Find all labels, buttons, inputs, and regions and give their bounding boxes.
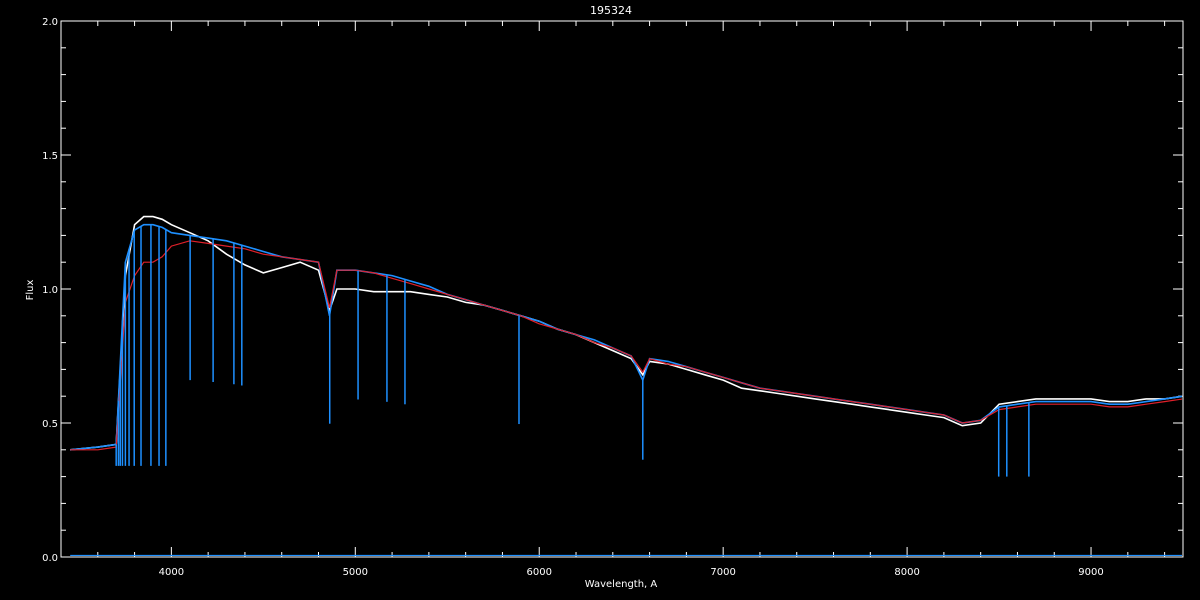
x-axis-ticks: 4000 5000 6000 7000 8000 9000 <box>60 21 1166 578</box>
plot-frame <box>60 20 1184 558</box>
series-line <box>70 240 1182 451</box>
spectrum-chart: 195324 4000 5000 6000 7000 8000 9000 0.0 0.5 1.… <box>25 4 1184 590</box>
chart-title: 195324 <box>590 4 632 17</box>
y-tick-label: 2.0 <box>42 17 58 28</box>
y-tick-label: 0.5 <box>42 419 58 430</box>
y-tick-label: 0.0 <box>42 553 58 564</box>
x-tick-label: 7000 <box>710 567 735 578</box>
x-tick-label: 6000 <box>527 567 552 578</box>
series-line <box>70 215 1182 451</box>
series-layer <box>70 215 1182 556</box>
x-tick-label: 8000 <box>894 567 919 578</box>
y-tick-label: 1.5 <box>42 151 58 162</box>
y-tick-label: 1.0 <box>42 285 58 296</box>
series-line <box>70 223 1182 451</box>
y-axis-label: Flux <box>25 280 36 301</box>
x-tick-label: 5000 <box>343 567 368 578</box>
x-axis-label: Wavelength, A <box>585 579 658 590</box>
x-tick-label: 9000 <box>1078 567 1103 578</box>
x-tick-label: 4000 <box>159 567 184 578</box>
